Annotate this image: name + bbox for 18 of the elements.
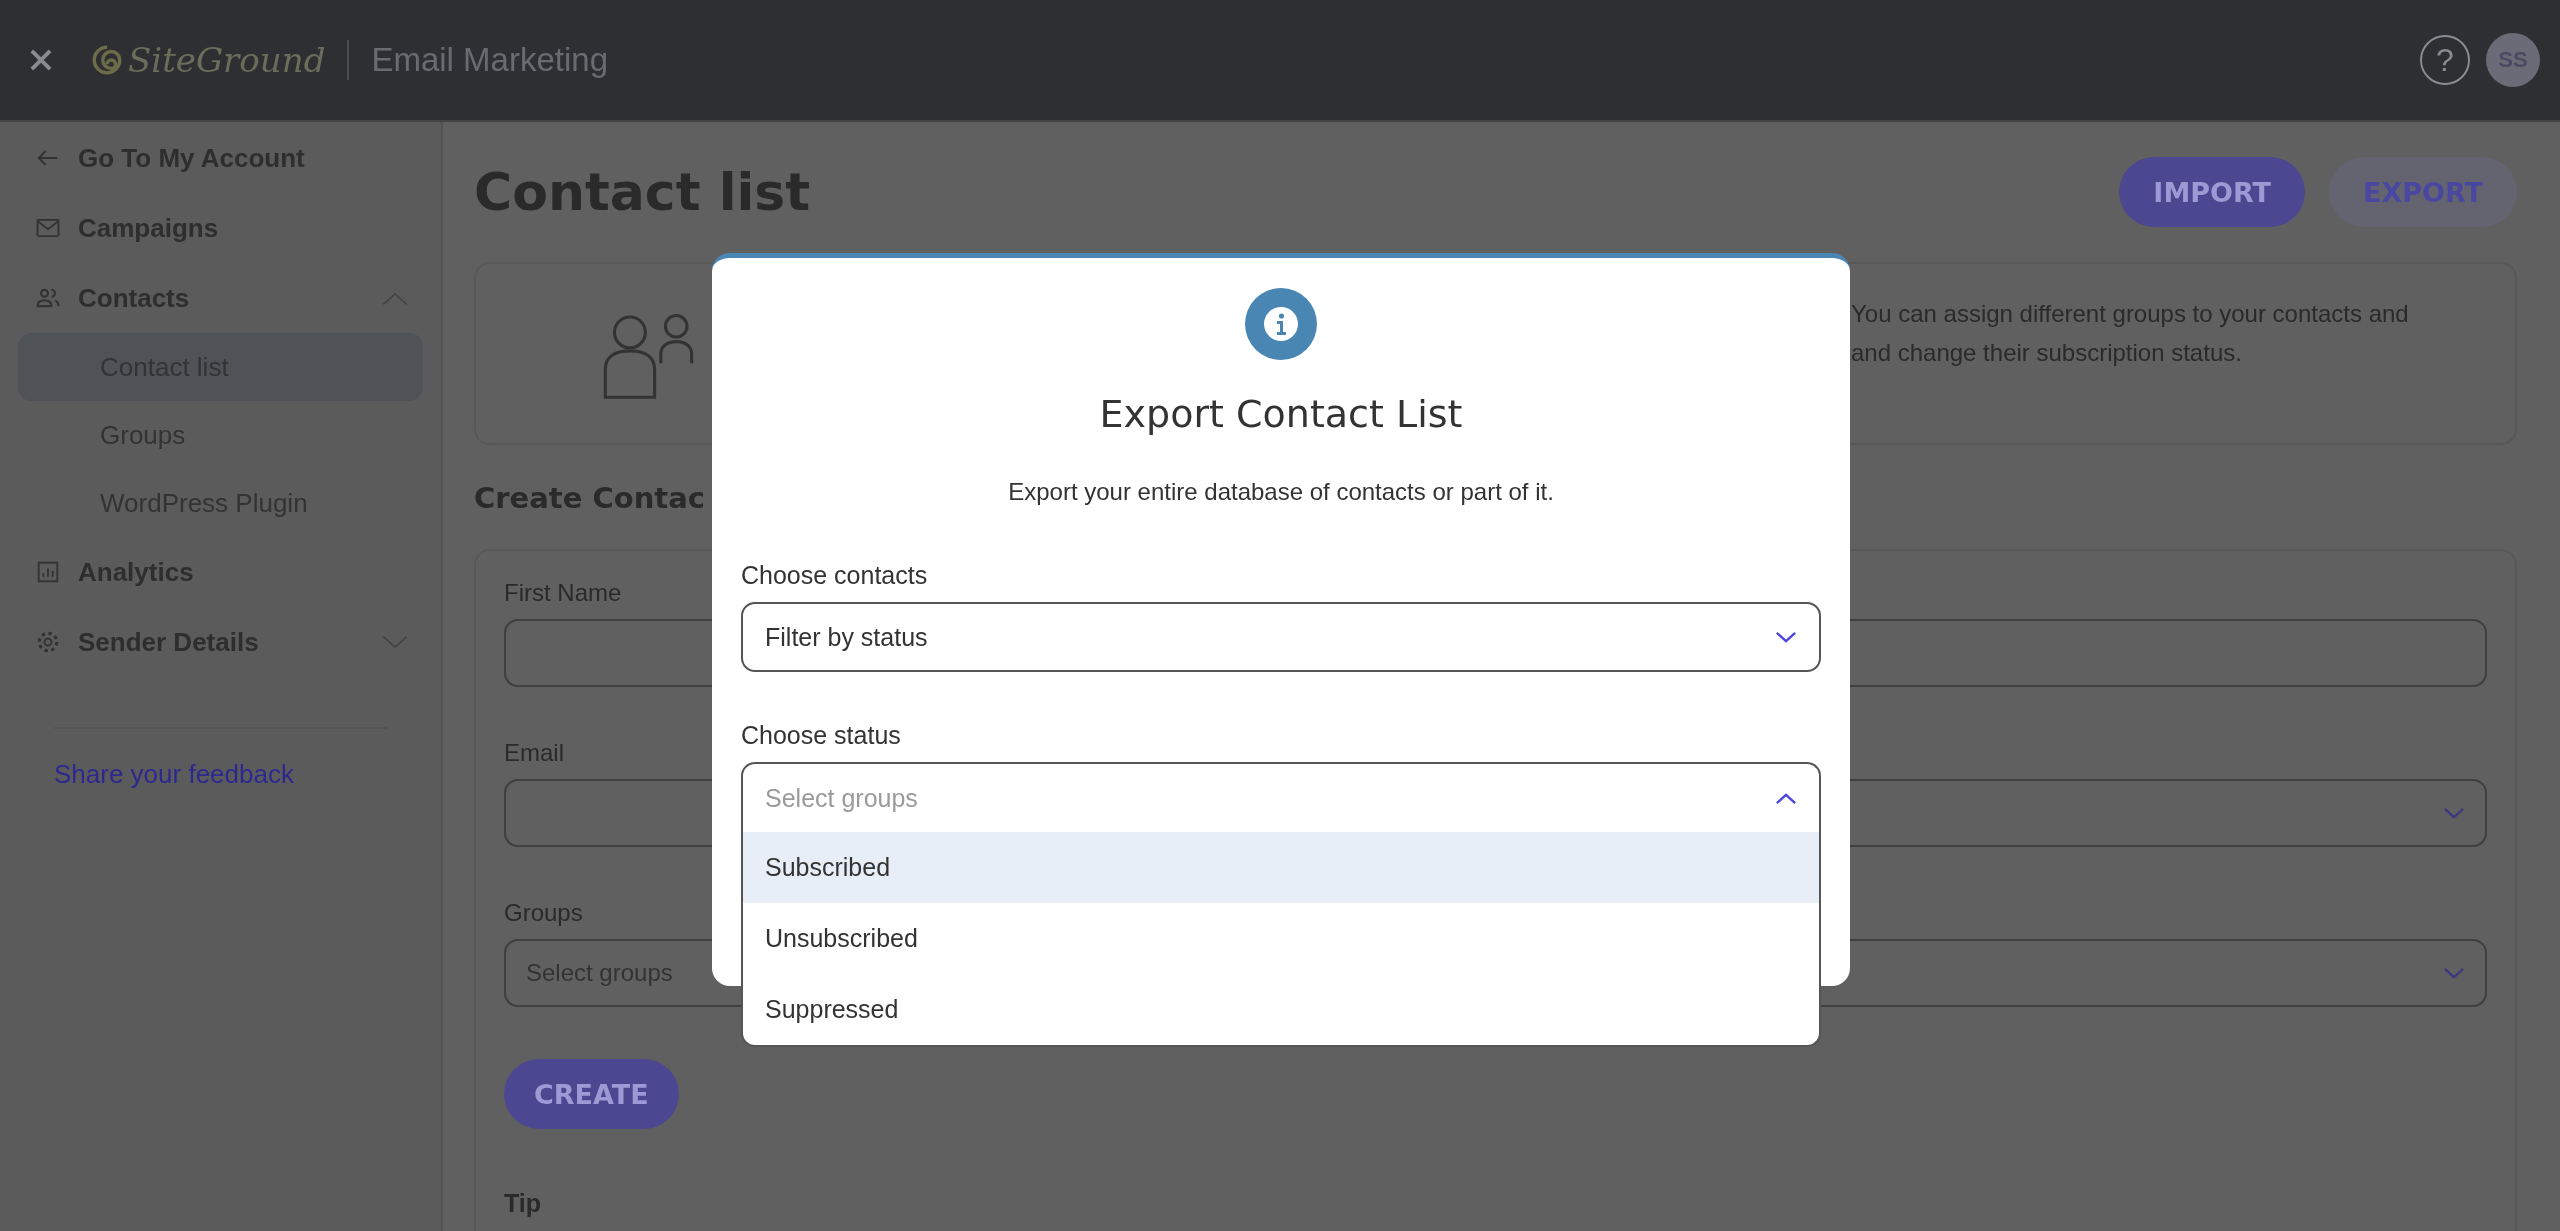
- dropdown-option[interactable]: Suppressed: [743, 974, 1819, 1045]
- dropdown-option[interactable]: Unsubscribed: [743, 903, 1819, 974]
- info-icon: [1245, 288, 1317, 360]
- product-name: Email Marketing: [371, 41, 608, 79]
- chevron-down-icon: [2443, 966, 2465, 980]
- field-label: Choose contacts: [741, 561, 929, 590]
- dialog-title: Export Contact List: [1099, 392, 1463, 436]
- chevron-down-icon: [2443, 806, 2465, 820]
- close-icon[interactable]: [28, 47, 54, 73]
- dialog-description: Export your entire database of contacts or part of it.: [1008, 478, 1554, 506]
- dropdown-option[interactable]: Subscribed: [743, 832, 1819, 903]
- field-label: Choose status: [741, 721, 902, 750]
- help-button[interactable]: ?: [2420, 35, 2470, 85]
- select-field[interactable]: Filter by status: [741, 602, 1821, 672]
- swirl-logo-icon: [90, 43, 124, 77]
- create-button[interactable]: CREATE: [504, 1059, 679, 1129]
- brand-name: SiteGround: [128, 40, 326, 80]
- import-button[interactable]: IMPORT: [2119, 157, 2305, 227]
